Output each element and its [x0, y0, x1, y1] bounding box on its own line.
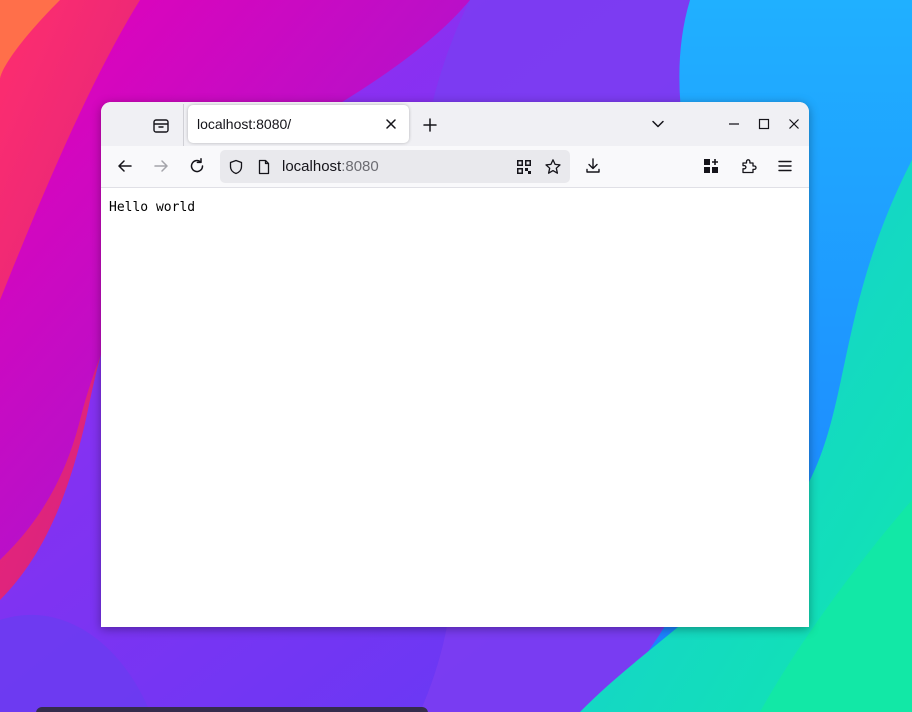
- reload-icon[interactable]: [183, 152, 211, 180]
- url-text[interactable]: localhost:8080: [282, 158, 379, 175]
- extensions-puzzle-icon[interactable]: [735, 152, 763, 180]
- tab-list-chevron-down-icon[interactable]: [646, 112, 670, 136]
- url-port: :8080: [341, 158, 379, 175]
- back-arrow-icon[interactable]: [111, 152, 139, 180]
- forward-arrow-icon[interactable]: [147, 152, 175, 180]
- tab-close-icon[interactable]: [382, 115, 400, 133]
- tab-separator: [183, 104, 184, 146]
- tab-manager-icon[interactable]: [147, 112, 175, 140]
- downloads-icon[interactable]: [579, 152, 607, 180]
- window-minimize-icon[interactable]: [723, 113, 745, 135]
- tab-title: localhost:8080/: [197, 116, 292, 132]
- app-menu-hamburger-icon[interactable]: [771, 152, 799, 180]
- bookmark-star-icon[interactable]: [542, 156, 564, 178]
- new-tab-plus-icon[interactable]: [418, 113, 442, 137]
- url-bar[interactable]: localhost:8080: [220, 150, 570, 183]
- dock: [36, 707, 428, 712]
- qr-code-icon[interactable]: [514, 157, 534, 177]
- page-info-icon[interactable]: [254, 157, 274, 177]
- url-host: localhost: [282, 158, 342, 175]
- tab-strip: localhost:8080/: [101, 102, 809, 146]
- extension-grid-plus-icon[interactable]: [697, 152, 725, 180]
- tab-active[interactable]: localhost:8080/: [188, 105, 409, 143]
- page-body-text: Hello world: [109, 200, 196, 215]
- page-content: Hello world: [101, 188, 809, 627]
- browser-window: localhost:8080/ localhost:8080 Hello wor…: [101, 102, 809, 627]
- tracking-protection-shield-icon[interactable]: [226, 157, 246, 177]
- window-close-icon[interactable]: [783, 113, 805, 135]
- window-maximize-icon[interactable]: [753, 113, 775, 135]
- navigation-toolbar: localhost:8080: [101, 146, 809, 188]
